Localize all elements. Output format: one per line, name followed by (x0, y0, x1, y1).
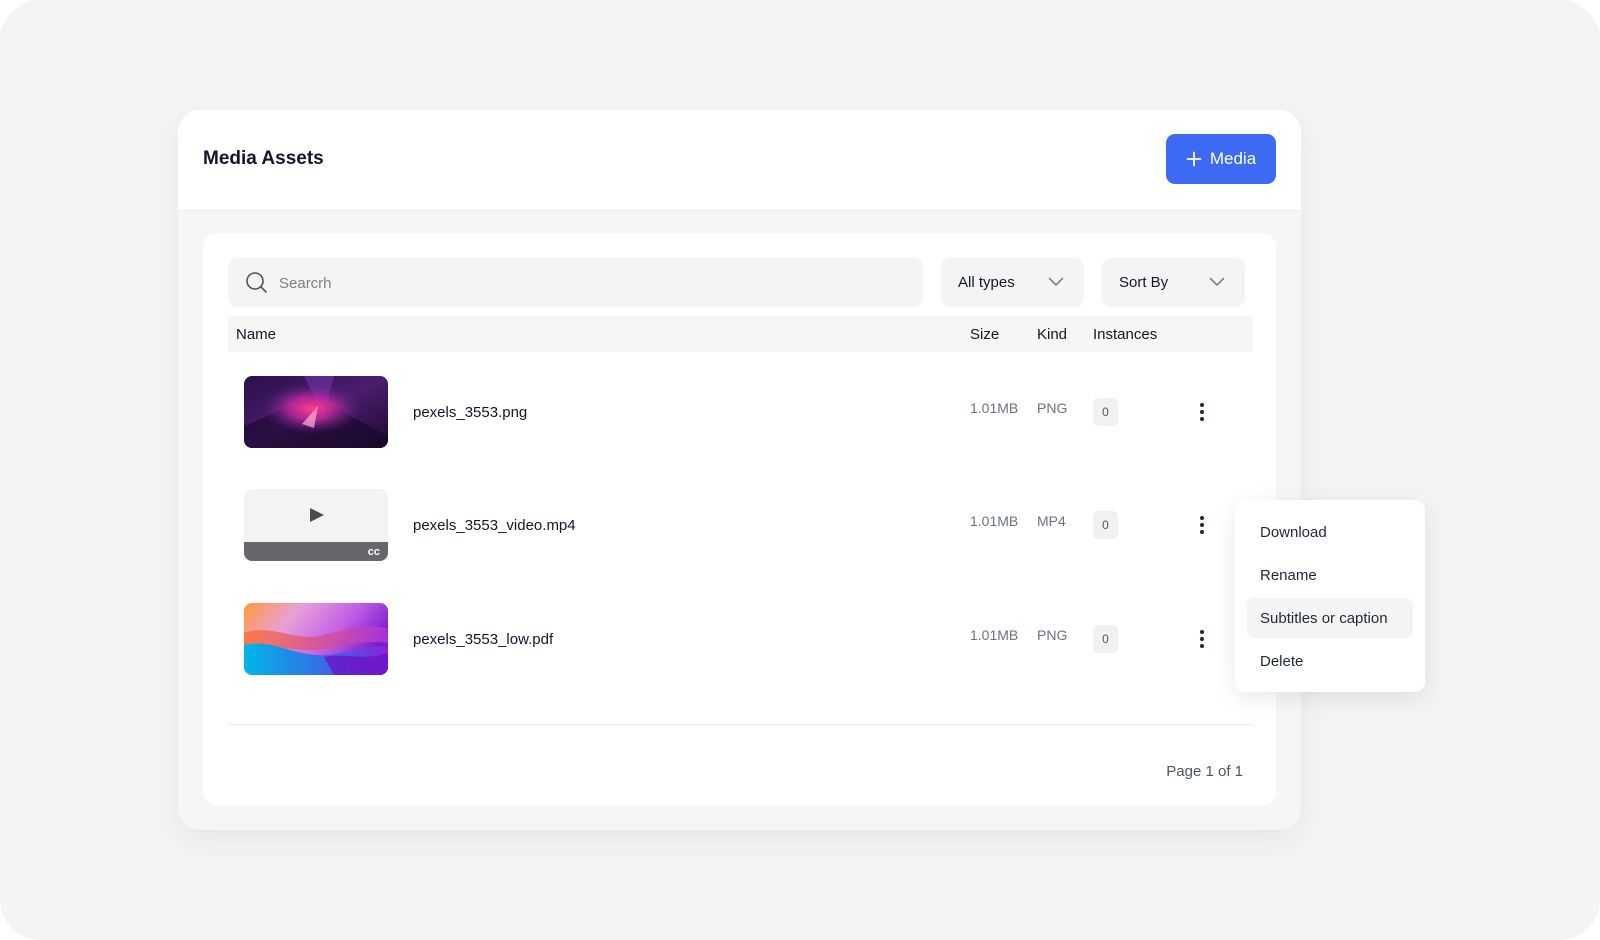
column-header-size[interactable]: Size (970, 326, 999, 343)
table-row[interactable]: pexels_3553_low.pdf 1.01MB PNG 0 (228, 603, 1253, 675)
file-name: pexels_3553_low.pdf (413, 631, 554, 648)
file-size: 1.01MB (970, 627, 1019, 643)
chevron-down-icon (1048, 277, 1064, 286)
table-header: Name Size Kind Instances (228, 316, 1253, 352)
menu-item-rename[interactable]: Rename (1247, 555, 1413, 595)
image-thumbnail (244, 603, 388, 675)
add-media-button[interactable]: Media (1166, 134, 1276, 184)
menu-item-subtitles[interactable]: Subtitles or caption (1247, 598, 1413, 638)
menu-item-download[interactable]: Download (1247, 512, 1413, 552)
file-kind: PNG (1037, 627, 1068, 643)
plus-icon (1186, 151, 1202, 167)
column-header-name[interactable]: Name (236, 326, 276, 343)
search-box (228, 258, 923, 309)
caption-badge: cc (367, 546, 380, 558)
file-kind: MP4 (1037, 513, 1066, 529)
menu-item-label: Rename (1260, 567, 1317, 584)
more-vertical-icon[interactable] (1192, 396, 1212, 428)
file-size: 1.01MB (970, 513, 1019, 529)
menu-item-label: Delete (1260, 653, 1304, 670)
type-filter-label: All types (958, 274, 1015, 291)
search-icon (246, 272, 267, 293)
more-vertical-icon[interactable] (1192, 509, 1212, 541)
file-name: pexels_3553.png (413, 404, 528, 421)
menu-item-label: Download (1260, 524, 1327, 541)
file-size: 1.01MB (970, 400, 1019, 416)
more-vertical-icon[interactable] (1192, 623, 1212, 655)
pagination-label: Page 1 of 1 (1166, 763, 1243, 780)
video-thumbnail: cc (244, 489, 388, 561)
panel-header: Media Assets Media (178, 110, 1301, 211)
context-menu: Download Rename Subtitles or caption Del… (1235, 500, 1425, 692)
instances-badge: 0 (1093, 398, 1118, 426)
table-row[interactable]: cc pexels_3553_video.mp4 1.01MB MP4 0 (228, 489, 1253, 561)
media-assets-panel: Media Assets Media All types Sort By (178, 110, 1301, 830)
menu-item-delete[interactable]: Delete (1247, 641, 1413, 681)
column-header-instances[interactable]: Instances (1093, 326, 1157, 343)
instances-badge: 0 (1093, 511, 1118, 539)
file-kind: PNG (1037, 400, 1068, 416)
type-filter-select[interactable]: All types (941, 258, 1084, 307)
sort-by-label: Sort By (1119, 274, 1169, 291)
instances-badge: 0 (1093, 625, 1118, 653)
sort-by-select[interactable]: Sort By (1102, 258, 1245, 307)
page-title: Media Assets (203, 148, 324, 169)
table-row[interactable]: pexels_3553.png 1.01MB PNG 0 (228, 376, 1253, 448)
search-input[interactable] (277, 258, 901, 309)
file-name: pexels_3553_video.mp4 (413, 517, 576, 534)
media-table-card: All types Sort By Name Size Kind Instanc… (203, 233, 1276, 805)
image-thumbnail (244, 376, 388, 448)
chevron-down-icon (1209, 277, 1225, 286)
menu-item-label: Subtitles or caption (1260, 610, 1388, 627)
column-header-kind[interactable]: Kind (1037, 326, 1067, 343)
table-divider (228, 724, 1253, 725)
add-media-button-label: Media (1209, 149, 1257, 168)
